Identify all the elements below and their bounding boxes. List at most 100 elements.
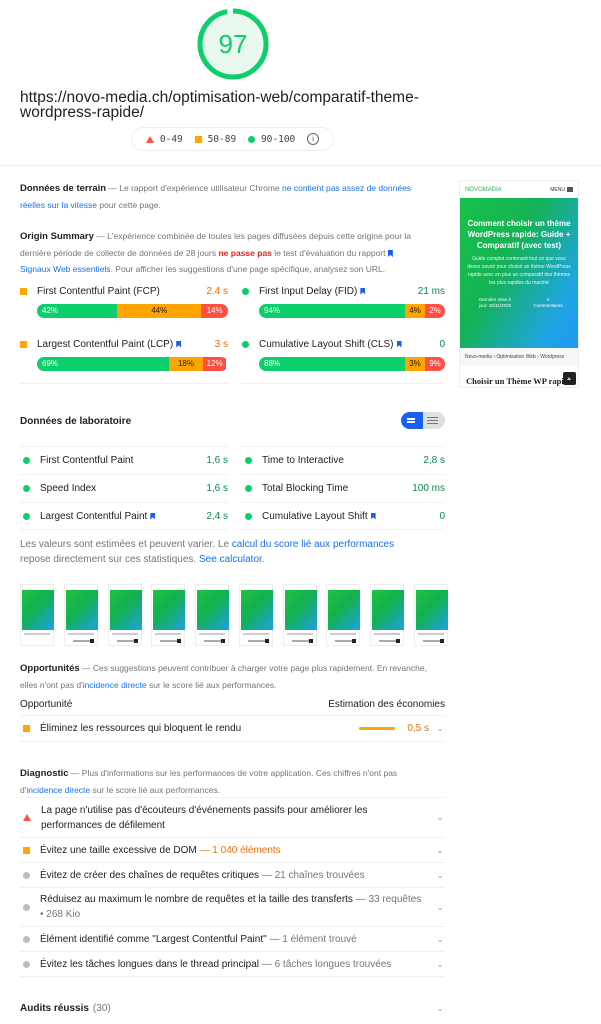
thumbnail-hero: Comment choisir un thème WordPress rapid… bbox=[460, 198, 578, 348]
frame-line bbox=[160, 640, 179, 642]
fail-triangle-icon bbox=[145, 135, 154, 143]
divider bbox=[242, 383, 445, 384]
direct-impact-link[interactable]: incidence directe bbox=[26, 785, 90, 795]
needs-improvement-segment: 4% bbox=[405, 304, 425, 318]
origin-summary-title: Origin Summary bbox=[20, 231, 94, 242]
score-calc-link[interactable]: calcul du score lié aux performances bbox=[232, 539, 394, 550]
bookmark-icon bbox=[150, 512, 156, 520]
frame-button bbox=[133, 639, 138, 643]
filmstrip-frame bbox=[151, 584, 186, 646]
opportunity-render-blocking[interactable]: Éliminez les ressources qui bloquent le … bbox=[20, 716, 445, 742]
metric-value: 1,6 s bbox=[206, 455, 228, 466]
pass-circle-icon bbox=[242, 287, 249, 295]
thumbnail-heading: Choisir un Thème WP rapide bbox=[466, 376, 573, 386]
metric-value: 2,8 s bbox=[423, 455, 445, 466]
diagnostic-requests-size[interactable]: Réduisez au maximum le nombre de requête… bbox=[20, 888, 445, 927]
filmstrip-frame bbox=[370, 584, 405, 646]
passed-audits-toggle[interactable]: Audits réussis (30) ⌄ bbox=[20, 998, 445, 1018]
col-opportunity: Opportunité bbox=[20, 699, 73, 710]
diagnostics-section: Diagnostic — Plus d'informations sur les… bbox=[20, 765, 430, 798]
pass-circle-icon bbox=[23, 457, 30, 464]
metric-label: Largest Contentful Paint (LCP) bbox=[37, 338, 174, 350]
metric-label: Cumulative Layout Shift bbox=[262, 510, 368, 522]
direct-impact-link[interactable]: incidence directe bbox=[83, 680, 147, 690]
average-square-icon bbox=[23, 846, 30, 854]
frame-button bbox=[396, 639, 401, 643]
chevron-down-icon[interactable]: ⌄ bbox=[435, 959, 445, 970]
frame-button bbox=[352, 639, 357, 643]
chevron-down-icon[interactable]: ⌄ bbox=[435, 812, 445, 823]
diagnostic-critical-chains[interactable]: Évitez de créer des chaînes de requêtes … bbox=[20, 863, 445, 888]
chevron-down-icon[interactable]: ⌄ bbox=[435, 845, 445, 856]
info-circle-icon bbox=[23, 960, 30, 968]
frame-line bbox=[422, 640, 441, 642]
bookmark-icon bbox=[387, 250, 393, 257]
frame-screen bbox=[240, 590, 273, 630]
opportunities-section: Opportunités — Ces suggestions peuvent c… bbox=[20, 660, 430, 693]
good-segment: 69% bbox=[37, 357, 169, 371]
distribution-bar: 88% 3% 9% bbox=[259, 357, 445, 371]
diagnostic-passive-listeners[interactable]: La page n'utilise pas d'écouteurs d'évén… bbox=[20, 798, 445, 838]
savings-value: 0,5 s bbox=[407, 723, 429, 734]
chevron-down-icon[interactable]: ⌄ bbox=[435, 870, 445, 881]
diagnostic-label: La page n'utilise pas d'écouteurs d'évén… bbox=[41, 803, 421, 833]
lab-metric-tbt: Total Blocking Time 100 ms bbox=[242, 474, 445, 502]
metric-value: 2.4 s bbox=[206, 285, 228, 297]
origin-metric-lcp: Largest Contentful Paint (LCP) 3 s 69% 18%… bbox=[20, 337, 228, 371]
chevron-down-icon[interactable]: ⌄ bbox=[435, 902, 445, 913]
frame-screen bbox=[284, 590, 317, 630]
see-calculator-link[interactable]: See calculator. bbox=[199, 554, 265, 565]
thumbnail-menu: MENU bbox=[550, 187, 573, 193]
diagnostic-detail: — 1 040 éléments bbox=[196, 844, 281, 856]
frame-button bbox=[439, 639, 444, 643]
good-segment: 42% bbox=[37, 304, 118, 318]
frame-line bbox=[155, 633, 182, 635]
poor-segment: 9% bbox=[425, 357, 445, 371]
diagnostic-title: Évitez de créer des chaînes de requêtes … bbox=[40, 869, 260, 881]
needs-improvement-segment: 18% bbox=[168, 357, 204, 371]
thumbnail-logo: NOVOMADIA bbox=[465, 186, 502, 193]
bookmark-icon bbox=[396, 340, 402, 348]
pass-circle-icon bbox=[23, 485, 30, 492]
chevron-down-icon[interactable]: ⌄ bbox=[435, 934, 445, 945]
info-icon[interactable]: i bbox=[307, 133, 320, 145]
chevron-down-icon[interactable]: ⌄ bbox=[435, 1003, 445, 1014]
needs-improvement-segment: 44% bbox=[117, 304, 202, 318]
average-square-icon bbox=[194, 135, 202, 143]
lab-metric-si: Speed Index 1,6 s bbox=[20, 474, 228, 502]
filmstrip-frame bbox=[413, 584, 448, 646]
frame-screen bbox=[109, 590, 142, 630]
diagnostic-title: Élément identifié comme "Largest Content… bbox=[40, 933, 267, 945]
col-savings: Estimation des économies bbox=[328, 699, 445, 710]
good-segment: 94% bbox=[259, 304, 405, 318]
frame-screen bbox=[65, 590, 98, 630]
diagnostic-lcp-element[interactable]: Élément identifié comme "Largest Content… bbox=[20, 927, 445, 952]
compact-view-icon[interactable] bbox=[401, 412, 423, 429]
bookmark-icon bbox=[360, 287, 366, 295]
frame-button bbox=[89, 639, 94, 643]
expanded-view-icon[interactable] bbox=[427, 417, 438, 418]
performance-score-gauge: 97 bbox=[196, 7, 270, 81]
core-web-vitals-link[interactable]: Signaux Web essentiels bbox=[20, 264, 111, 274]
frame-line bbox=[72, 640, 91, 642]
filmstrip-frame bbox=[107, 584, 142, 646]
metrics-view-toggle[interactable] bbox=[401, 412, 445, 429]
frame-screen bbox=[197, 590, 230, 630]
frame-button bbox=[221, 639, 226, 643]
diagnostic-long-tasks[interactable]: Évitez les tâches longues dans le thread… bbox=[20, 952, 445, 977]
lab-metric-fcp: First Contentful Paint 1,6 s bbox=[20, 446, 228, 474]
legend-fail: 0-49 bbox=[159, 133, 183, 145]
diagnostic-dom-size[interactable]: Évitez une taille excessive de DOM — 1 0… bbox=[20, 838, 445, 863]
frame-line bbox=[242, 633, 269, 635]
opportunities-text-end: sur le score lié aux performances. bbox=[146, 680, 277, 690]
chevron-down-icon[interactable]: ⌄ bbox=[435, 723, 445, 734]
frame-screen bbox=[153, 590, 186, 630]
pass-circle-icon bbox=[245, 512, 252, 520]
diagnostic-detail: — 1 élément trouvé bbox=[266, 933, 357, 945]
diagnostic-detail: — 6 tâches longues trouvées bbox=[259, 958, 392, 970]
needs-improvement-segment: 3% bbox=[405, 357, 425, 371]
fail-triangle-icon bbox=[23, 814, 31, 821]
frame-line bbox=[286, 633, 313, 635]
passed-audits-count: (30) bbox=[92, 1002, 111, 1014]
poor-segment: 14% bbox=[201, 304, 228, 318]
